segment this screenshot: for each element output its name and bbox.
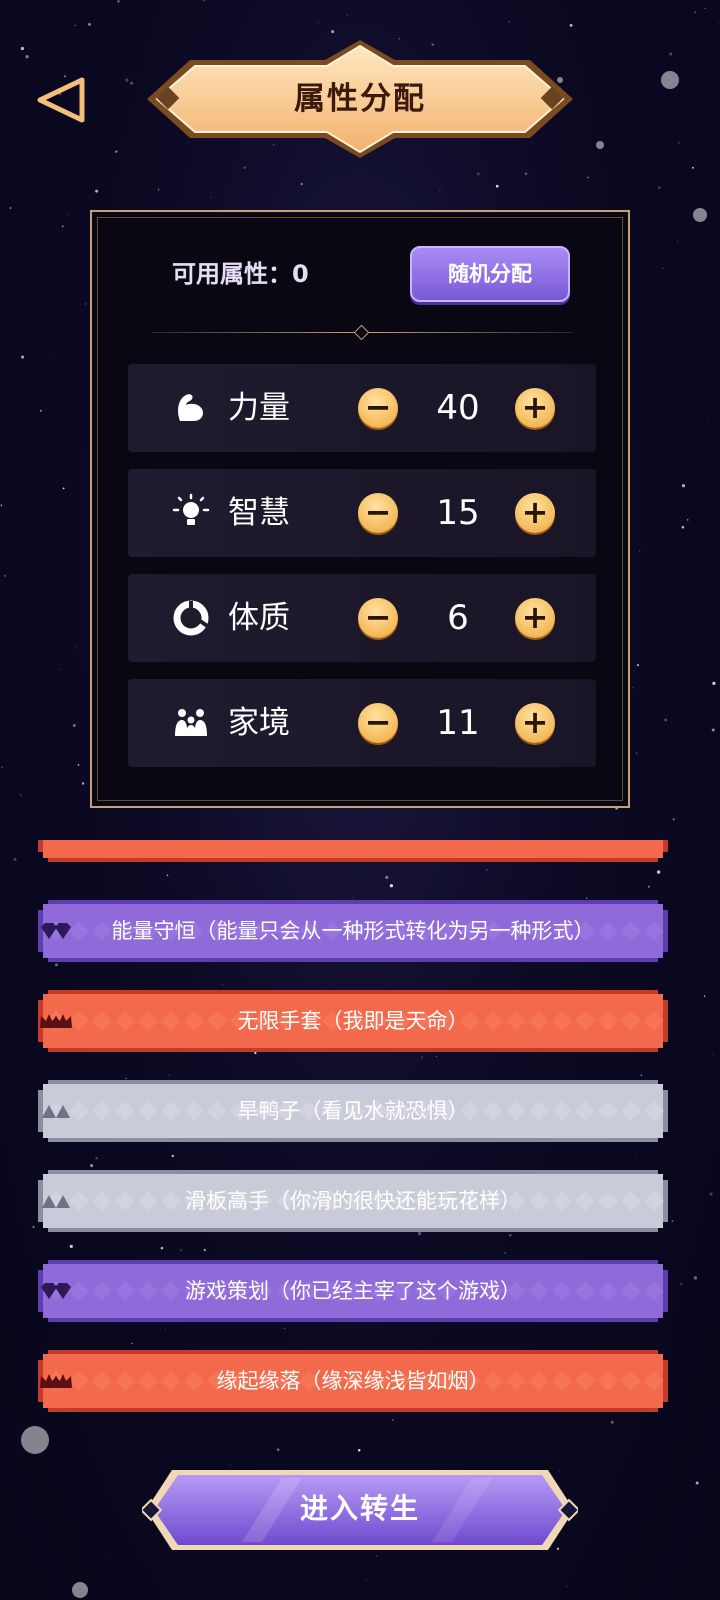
- decrease-button[interactable]: −: [358, 388, 398, 428]
- decrease-button[interactable]: −: [358, 598, 398, 638]
- talent-item[interactable]: 游戏策划（你已经主宰了这个游戏）: [38, 1260, 668, 1322]
- attribute-row-wisdom: 智慧 − 15 +: [128, 469, 596, 557]
- family-icon: [175, 709, 207, 736]
- talent-text: 旱鸭子（看见水就恐惧）: [237, 1099, 469, 1123]
- lightbulb-icon: [172, 493, 210, 525]
- talent-text: 无限手套（我即是天命）: [237, 1009, 469, 1033]
- attribute-row-family: 家境 − 11 +: [128, 679, 596, 767]
- talent-item[interactable]: 能量守恒（能量只会从一种形式转化为另一种形式）: [38, 900, 668, 962]
- crown-icon: [40, 1374, 58, 1388]
- back-arrow-button[interactable]: [34, 72, 90, 128]
- attribute-value: 11: [436, 703, 480, 743]
- title-banner: 属性分配: [145, 38, 575, 160]
- talent-item-partial[interactable]: 发明家（你也许能开启工业革命）: [38, 840, 668, 862]
- diamond-icon: [41, 1283, 57, 1299]
- increase-button[interactable]: +: [515, 703, 555, 743]
- available-points-label: 可用属性：: [172, 260, 292, 288]
- increase-button[interactable]: +: [515, 493, 555, 533]
- attribute-panel: 可用属性：0 随机分配 力量 − 40 + 智慧 − 15 + 体质 − 6 +…: [90, 210, 630, 808]
- talent-list-clip: 发明家（你也许能开启工业革命）: [0, 840, 720, 862]
- increase-button[interactable]: +: [515, 598, 555, 638]
- attribute-value: 40: [436, 388, 480, 428]
- enter-button-label: 进入转生: [299, 1492, 420, 1525]
- attribute-value: 6: [447, 598, 469, 638]
- attribute-row-constitution: 体质 − 6 +: [128, 574, 596, 662]
- crown-icon: [40, 1014, 58, 1028]
- increase-button[interactable]: +: [515, 388, 555, 428]
- talent-text: 游戏策划（你已经主宰了这个游戏）: [185, 1279, 521, 1303]
- attribute-row-strength: 力量 − 40 +: [128, 364, 596, 452]
- talent-item[interactable]: 旱鸭子（看见水就恐惧）: [38, 1080, 668, 1142]
- triangle-icon: [42, 1105, 56, 1118]
- talent-text: 能量守恒（能量只会从一种形式转化为另一种形式）: [111, 919, 595, 943]
- diamond-icon: [41, 923, 57, 939]
- attribute-label: 智慧: [228, 495, 290, 531]
- available-points: 可用属性：0: [172, 252, 309, 296]
- talent-text: 缘起缘落（缘深缘浅皆如烟）: [216, 1369, 490, 1393]
- decrease-button[interactable]: −: [358, 703, 398, 743]
- talent-item[interactable]: 滑板高手（你滑的很快还能玩花样）: [38, 1170, 668, 1232]
- attribute-value: 15: [436, 493, 480, 533]
- attribute-label: 力量: [228, 390, 290, 426]
- page-title: 属性分配: [294, 81, 426, 117]
- available-points-value: 0: [292, 260, 309, 288]
- back-arrow-icon: [37, 77, 85, 123]
- attribute-label: 体质: [228, 600, 290, 636]
- attribute-label: 家境: [228, 705, 290, 741]
- talent-item[interactable]: 无限手套（我即是天命）: [38, 990, 668, 1052]
- talent-text: 滑板高手（你滑的很快还能玩花样）: [185, 1189, 521, 1213]
- triangle-icon: [42, 1195, 56, 1208]
- enter-reincarnation-button[interactable]: 进入转生: [142, 1466, 578, 1554]
- decrease-button[interactable]: −: [358, 493, 398, 533]
- talent-item[interactable]: 缘起缘落（缘深缘浅皆如烟）: [38, 1350, 668, 1412]
- body-ring-icon: [173, 600, 209, 636]
- random-allocate-button[interactable]: 随机分配: [410, 246, 570, 302]
- muscle-icon: [178, 394, 204, 421]
- talent-text: 发明家（你也许能开启工业革命）: [38, 840, 668, 862]
